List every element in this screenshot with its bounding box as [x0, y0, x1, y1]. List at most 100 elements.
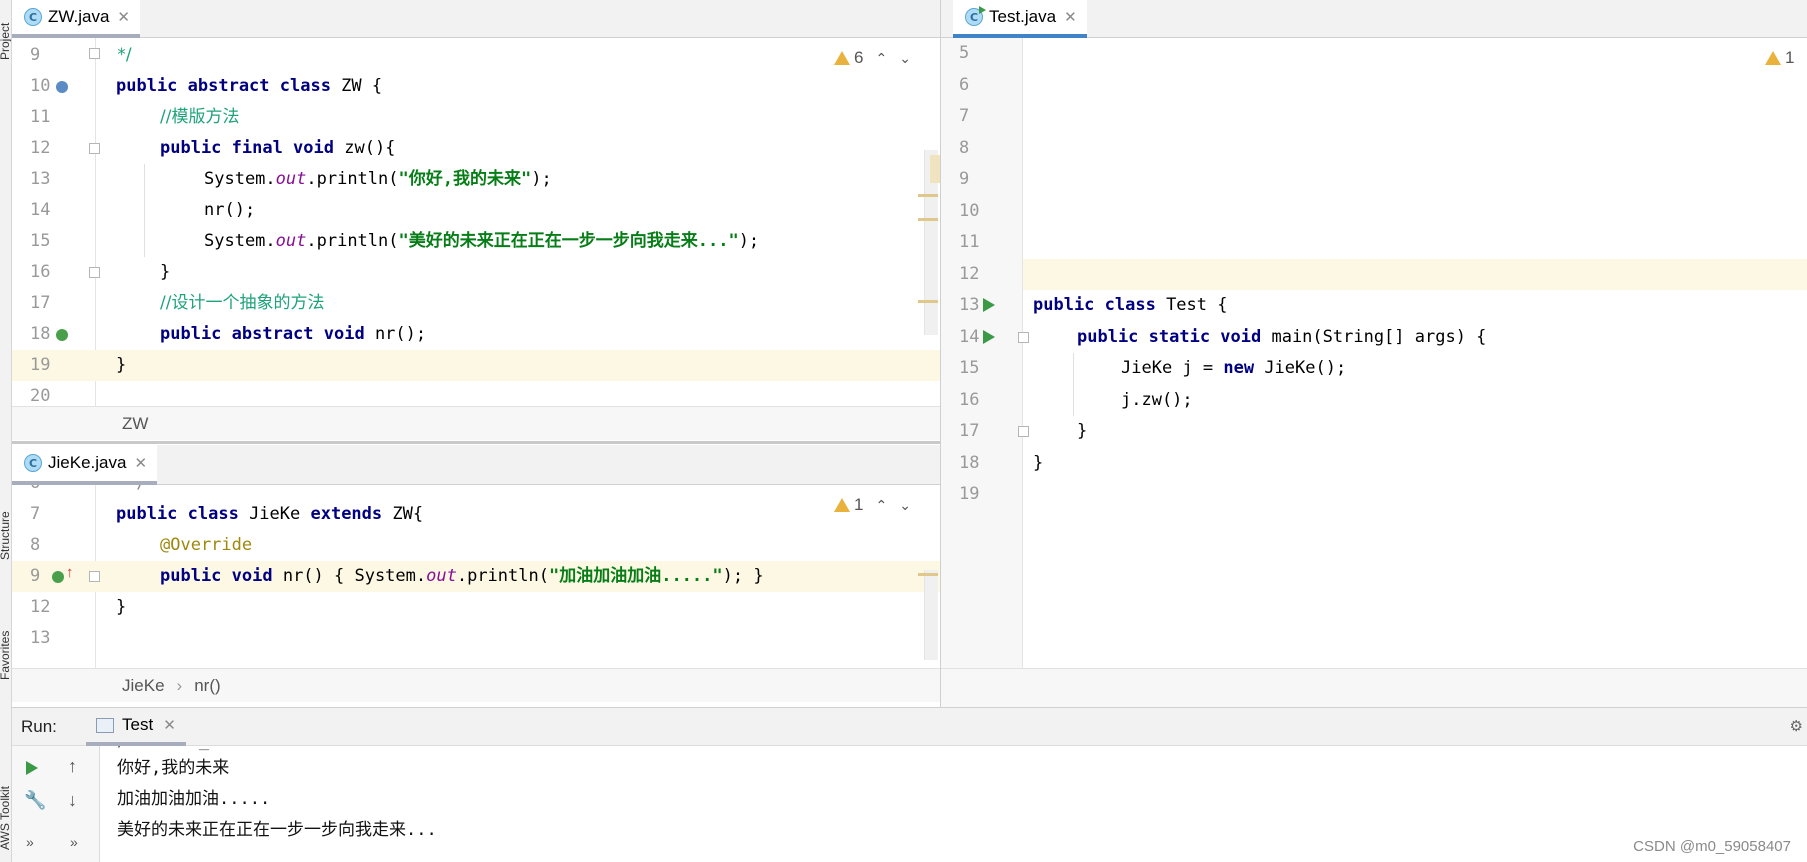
code-line[interactable]: 15 JieKe j = new JieKe();	[941, 353, 1807, 384]
line-number: 6	[959, 75, 970, 95]
code-line[interactable]: 7	[941, 101, 1807, 132]
tool-project[interactable]: Project	[0, 0, 11, 60]
settings-gear-icon[interactable]: ⚙	[1790, 717, 1803, 735]
code-line[interactable]: 18 public abstract void nr();	[12, 319, 940, 350]
code-line[interactable]: 19	[941, 479, 1807, 510]
code-line[interactable]: 15 System.out.println("美好的未来正在正在一步一步向我走来…	[12, 226, 940, 257]
run-tool-window: Run: Test ✕ ⚙ ↑ 🔧 ↓ » » /itheima_...test…	[12, 707, 1807, 862]
tool-favorites[interactable]: Favorites	[0, 590, 11, 680]
fold-marker-icon[interactable]	[89, 143, 100, 154]
rerun-icon[interactable]	[26, 761, 38, 775]
code-line[interactable]: 9	[941, 164, 1807, 195]
code-line[interactable]: 12 public final void zw(){	[12, 133, 940, 164]
line-number: 16	[959, 390, 980, 410]
more-icon[interactable]: »	[26, 834, 34, 850]
implemented-marker-icon[interactable]	[56, 329, 68, 341]
code-text: public abstract class ZW {	[116, 76, 383, 96]
left-tool-strip: Project Structure Favorites AWS Toolkit	[0, 0, 12, 862]
code-line[interactable]: 7 public class JieKe extends ZW{	[12, 499, 940, 530]
code-line-current[interactable]	[1023, 259, 1807, 290]
line-number: 19	[959, 484, 980, 504]
tab-test-java[interactable]: C Test.java ✕	[953, 0, 1087, 38]
warning-marker	[918, 300, 938, 303]
close-icon[interactable]: ✕	[134, 454, 147, 472]
implemented-marker-icon[interactable]	[56, 81, 68, 93]
console-output[interactable]: /itheima_...test 你好,我的未来 加油加油加油..... 美好的…	[117, 746, 1807, 862]
console-line: 加油加油加油.....	[117, 789, 271, 809]
run-title: Run:	[21, 717, 57, 736]
close-icon[interactable]: ✕	[117, 8, 130, 26]
code-line[interactable]: 5	[941, 38, 1807, 69]
line-number: 17	[959, 421, 980, 441]
code-line[interactable]: 17 //设计一个抽象的方法	[12, 288, 940, 319]
run-header: Run: Test ✕ ⚙	[12, 708, 1807, 746]
code-line[interactable]: 18 }	[941, 448, 1807, 479]
tab-zw-java[interactable]: C ZW.java ✕	[12, 0, 140, 38]
horizontal-splitter[interactable]	[12, 441, 940, 444]
tab-label: JieKe.java	[48, 453, 127, 472]
code-text: public void nr() { System.out.println("加…	[160, 566, 764, 586]
close-icon[interactable]: ✕	[163, 716, 176, 734]
breadcrumb-class[interactable]: ZW	[122, 414, 148, 434]
code-line[interactable]: 11 //模版方法	[12, 102, 940, 133]
fold-expand-icon[interactable]	[89, 571, 100, 582]
code-line[interactable]: 16 j.zw();	[941, 385, 1807, 416]
code-line-current[interactable]: 19 }	[12, 350, 940, 381]
code-line[interactable]: 8	[941, 133, 1807, 164]
code-text: public class JieKe extends ZW{	[116, 504, 424, 524]
override-marker-icon[interactable]	[52, 571, 64, 583]
jieke-scrollbar[interactable]	[924, 570, 938, 660]
fold-marker-icon[interactable]	[89, 267, 100, 278]
tool-structure[interactable]: Structure	[0, 480, 11, 560]
warning-marker	[918, 194, 938, 197]
line-number: 17	[30, 293, 51, 313]
code-text: public abstract void nr();	[160, 324, 427, 344]
line-number: 13	[30, 628, 51, 648]
breadcrumb-class[interactable]: JieKe	[122, 676, 165, 696]
code-line[interactable]: 14 nr();	[12, 195, 940, 226]
scroll-thumb[interactable]	[930, 155, 940, 183]
close-icon[interactable]: ✕	[1064, 8, 1077, 26]
wrench-icon[interactable]: 🔧	[24, 790, 46, 811]
more-icon[interactable]: »	[70, 834, 78, 850]
line-number: 5	[959, 43, 970, 63]
code-line[interactable]: 17 }	[941, 416, 1807, 447]
code-line[interactable]: 11	[941, 227, 1807, 258]
code-text: public static void main(String[] args) {	[1077, 327, 1487, 347]
code-line-current[interactable]: 9 ↑ public void nr() { System.out.printl…	[12, 561, 940, 592]
code-line[interactable]: 12	[941, 259, 1023, 290]
line-number: 11	[959, 232, 980, 252]
code-line[interactable]: 10	[941, 196, 1807, 227]
code-line[interactable]: 13 public class Test {	[941, 290, 1807, 321]
run-gutter-icon[interactable]	[983, 330, 995, 344]
code-line[interactable]: 13 System.out.println("你好,我的未来");	[12, 164, 940, 195]
tool-aws-toolkit[interactable]: AWS Toolkit	[0, 740, 11, 850]
code-line[interactable]: 13	[12, 623, 940, 654]
line-number: 18	[30, 324, 51, 344]
code-line[interactable]: 20	[12, 381, 940, 406]
code-line[interactable]: 16 }	[12, 257, 940, 288]
arrow-down-icon[interactable]: ↓	[68, 790, 77, 811]
code-line[interactable]: 8 @Override	[12, 530, 940, 561]
code-line[interactable]: 6	[941, 70, 1807, 101]
tab-label: ZW.java	[48, 7, 110, 26]
breadcrumb-method[interactable]: nr()	[194, 676, 220, 696]
arrow-up-icon[interactable]: ↑	[68, 756, 77, 777]
code-text: System.out.println("你好,我的未来");	[204, 169, 552, 189]
jieke-breadcrumb[interactable]: JieKe › nr()	[12, 668, 940, 702]
code-line[interactable]: 10 public abstract class ZW {	[12, 71, 940, 102]
code-line[interactable]: 6 */	[12, 485, 940, 499]
fold-marker-icon[interactable]	[1018, 332, 1029, 343]
override-arrow-icon[interactable]: ↑	[66, 564, 74, 581]
code-line[interactable]: 12 }	[12, 592, 940, 623]
code-text: }	[1033, 453, 1044, 473]
tab-jieke-java[interactable]: C JieKe.java ✕	[12, 445, 158, 485]
line-number: 16	[30, 262, 51, 282]
run-gutter-icon[interactable]	[983, 298, 995, 312]
run-tab-test[interactable]: Test ✕	[86, 708, 186, 746]
fold-marker-icon[interactable]	[89, 48, 100, 59]
fold-marker-icon[interactable]	[1018, 426, 1029, 437]
code-line[interactable]: 9 */	[12, 40, 940, 71]
code-line[interactable]: 14 public static void main(String[] args…	[941, 322, 1807, 353]
zw-breadcrumb[interactable]: ZW	[12, 406, 940, 440]
